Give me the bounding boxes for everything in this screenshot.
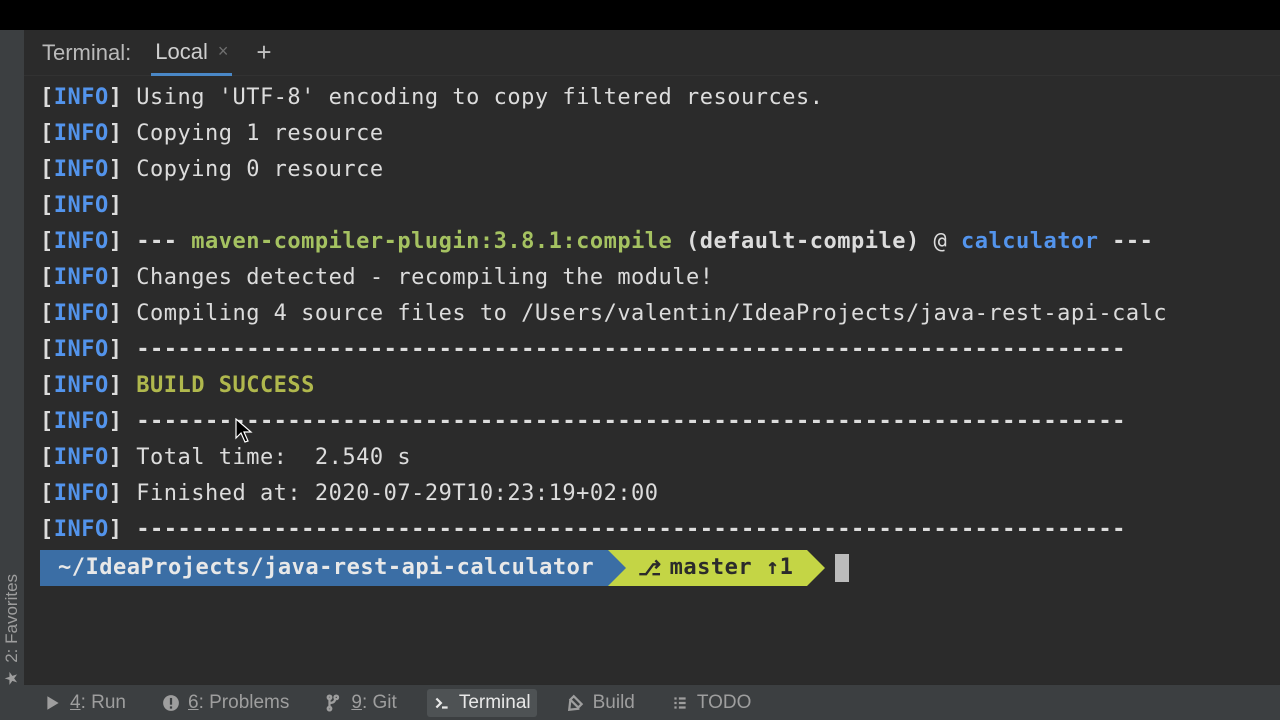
terminal-line: [INFO] Finished at: 2020-07-29T10:23:19+… bbox=[40, 476, 1280, 512]
todo-icon bbox=[671, 694, 689, 712]
git-branch-icon: ⎇ bbox=[638, 550, 662, 586]
terminal-line: [INFO] Changes detected - recompiling th… bbox=[40, 260, 1280, 296]
tool-window-todo[interactable]: TODO bbox=[665, 689, 758, 717]
prompt-branch-label: master ↑1 bbox=[670, 550, 794, 586]
sidebar-favorites[interactable]: ★ 2: Favorites bbox=[2, 574, 22, 686]
terminal-line: [INFO] Copying 1 resource bbox=[40, 116, 1280, 152]
terminal-output[interactable]: [INFO] Using 'UTF-8' encoding to copy fi… bbox=[24, 76, 1280, 684]
tool-window-run[interactable]: 4: Run bbox=[38, 689, 132, 717]
terminal-tab-local[interactable]: Local × bbox=[151, 30, 232, 76]
terminal-icon bbox=[433, 694, 451, 712]
tool-window-problems[interactable]: 6: Problems bbox=[156, 689, 295, 717]
terminal-tab-label: Local bbox=[155, 39, 208, 65]
terminal-line: [INFO] Total time: 2.540 s bbox=[40, 440, 1280, 476]
tool-window-git[interactable]: 9: Git bbox=[319, 689, 402, 717]
star-icon: ★ bbox=[2, 671, 22, 686]
prompt-branch-segment: ⎇master ↑1 bbox=[608, 550, 807, 586]
terminal-line: [INFO] bbox=[40, 188, 1280, 224]
tool-window-terminal[interactable]: Terminal bbox=[427, 689, 537, 717]
terminal-title: Terminal: bbox=[42, 40, 131, 66]
tool-window-build[interactable]: Build bbox=[561, 689, 641, 717]
text-cursor bbox=[835, 554, 849, 582]
sidebar-favorites-label: 2: Favorites bbox=[2, 574, 22, 663]
terminal-line: [INFO] Compiling 4 source files to /User… bbox=[40, 296, 1280, 332]
terminal-tool-window: Terminal: Local × + [INFO] Using 'UTF-8'… bbox=[24, 30, 1280, 720]
add-terminal-tab-icon[interactable]: + bbox=[252, 37, 271, 68]
terminal-line: [INFO] BUILD SUCCESS bbox=[40, 368, 1280, 404]
terminal-line: [INFO] ---------------------------------… bbox=[40, 332, 1280, 368]
shell-prompt[interactable]: ~/IdeaProjects/java-rest-api-calculator⎇… bbox=[40, 550, 1280, 586]
git-branch-icon bbox=[325, 694, 343, 712]
problems-icon bbox=[162, 694, 180, 712]
bottom-tool-window-bar: 4: Run 6: Problems 9: Git Terminal Build… bbox=[24, 684, 1280, 720]
terminal-line: [INFO] --- maven-compiler-plugin:3.8.1:c… bbox=[40, 224, 1280, 260]
terminal-tab-bar: Terminal: Local × + bbox=[24, 30, 1280, 76]
terminal-line: [INFO] ---------------------------------… bbox=[40, 404, 1280, 440]
run-icon bbox=[44, 694, 62, 712]
build-icon bbox=[567, 694, 585, 712]
terminal-line: [INFO] Copying 0 resource bbox=[40, 152, 1280, 188]
terminal-line: [INFO] Using 'UTF-8' encoding to copy fi… bbox=[40, 80, 1280, 116]
left-tool-stripe: ★ 2: Favorites bbox=[0, 30, 24, 720]
prompt-path-segment: ~/IdeaProjects/java-rest-api-calculator bbox=[40, 550, 608, 586]
close-icon[interactable]: × bbox=[218, 41, 229, 62]
terminal-line: [INFO] ---------------------------------… bbox=[40, 512, 1280, 548]
